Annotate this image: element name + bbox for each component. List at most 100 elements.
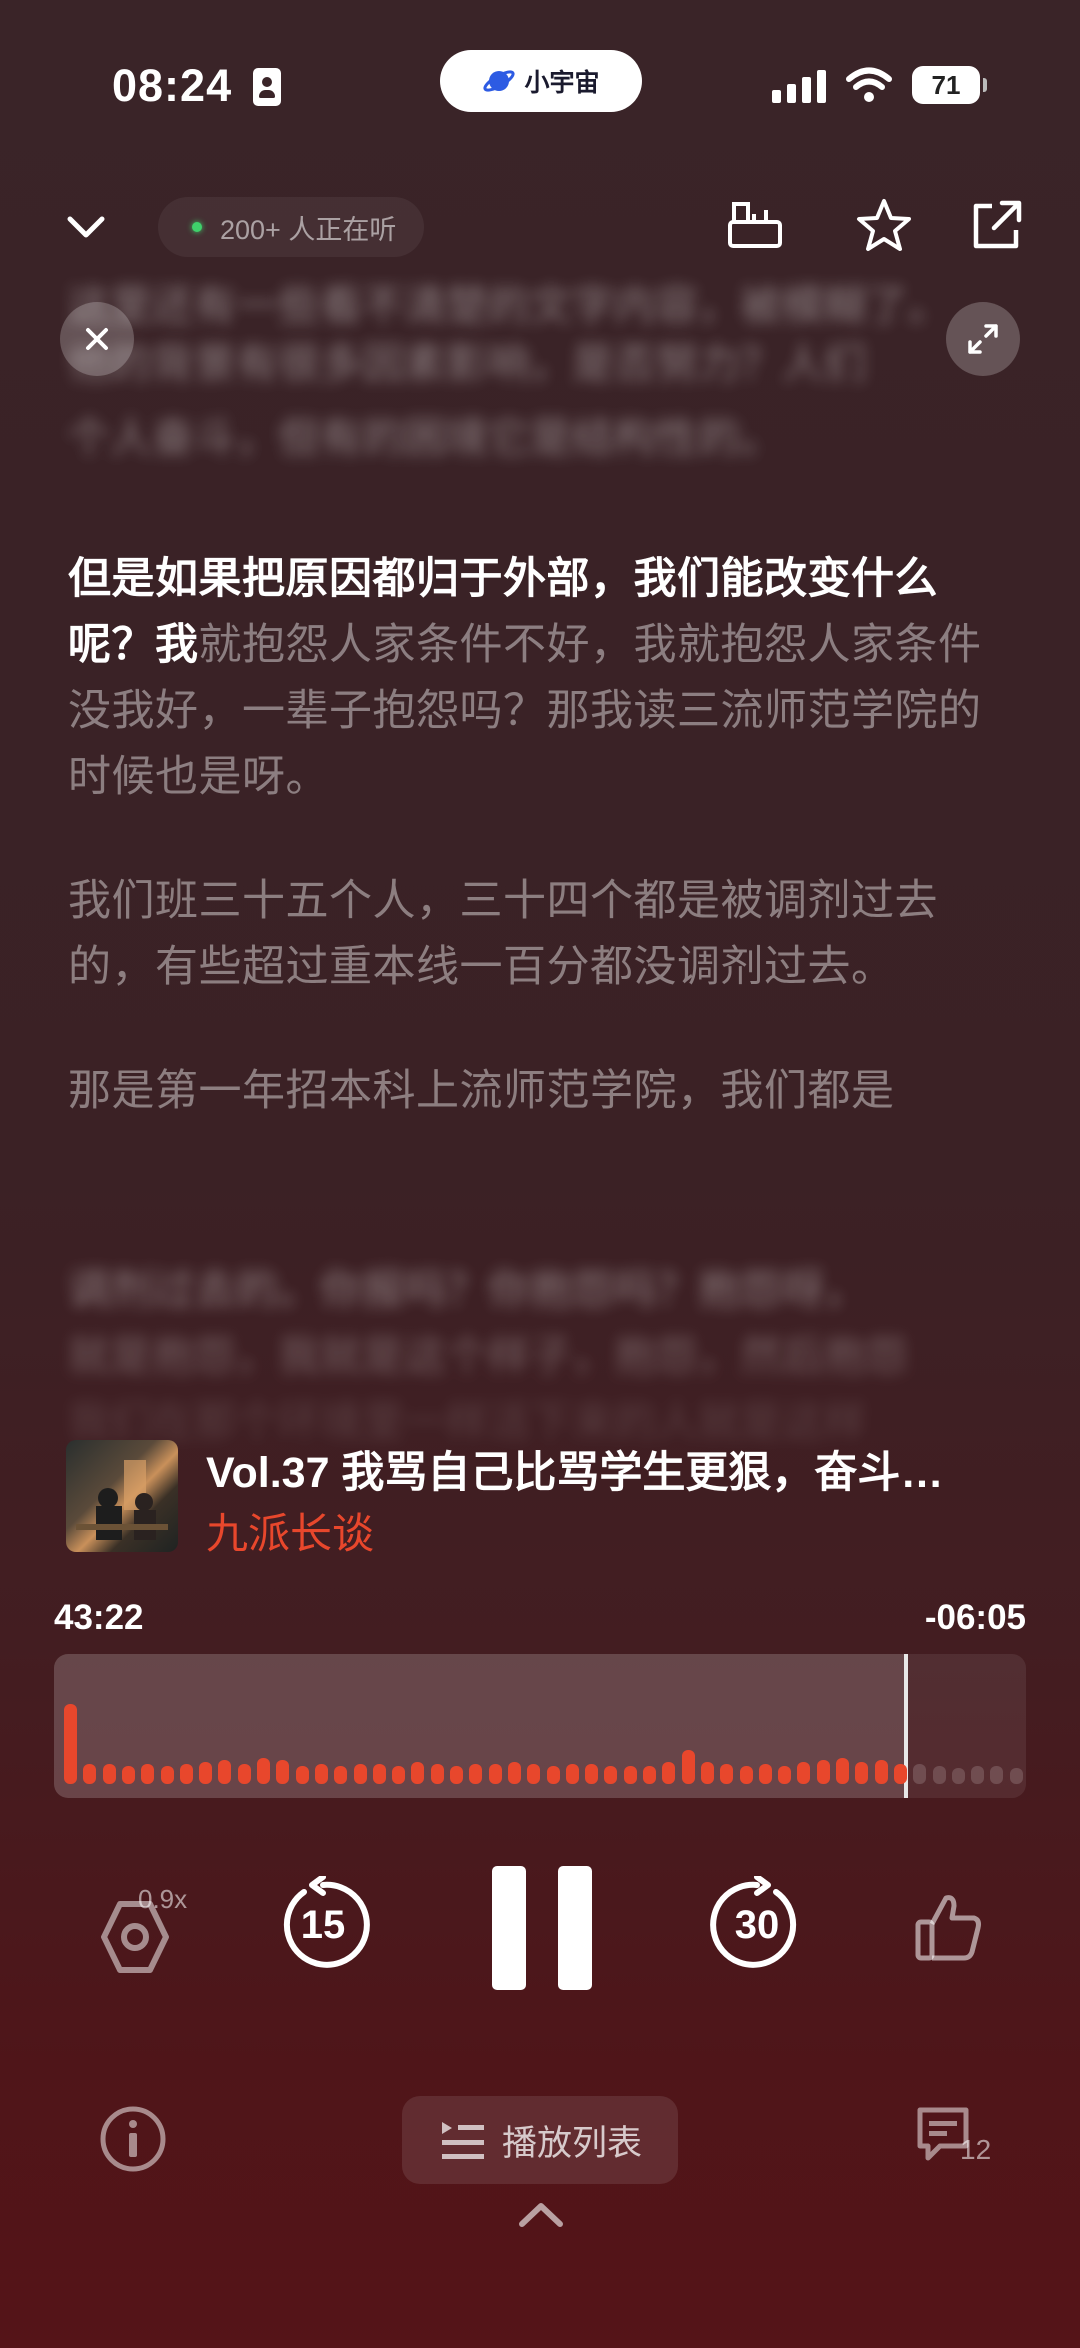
rewind-15-button[interactable]: 15 <box>274 1876 372 1974</box>
waveform-bar <box>179 1764 193 1784</box>
waveform-bar <box>199 1762 213 1784</box>
waveform-bar <box>720 1764 734 1784</box>
planet-icon <box>483 70 516 92</box>
episode-title[interactable]: Vol.37 我骂自己比骂学生更狠，奋斗是…… <box>206 1438 976 1500</box>
remaining-time: -06:05 <box>924 1598 1026 1637</box>
pause-icon <box>492 1866 592 1990</box>
favorite-star-icon[interactable] <box>854 196 914 256</box>
comment-count: 12 <box>960 2134 992 2165</box>
podcast-name-link[interactable]: 九派长谈 <box>206 1500 374 1561</box>
waveform-bar <box>816 1760 830 1784</box>
share-icon[interactable] <box>968 196 1026 254</box>
waveform-bar <box>893 1764 907 1784</box>
waveform-bar <box>450 1766 463 1784</box>
waveform-bar <box>353 1764 367 1784</box>
waveform-bar <box>797 1762 811 1784</box>
playlist-label: 播放列表 <box>501 2123 642 2163</box>
waveform-bar <box>314 1764 328 1784</box>
waveform-bar <box>739 1766 753 1784</box>
elapsed-time: 43:22 <box>54 1598 144 1637</box>
playlist-button[interactable]: 播放列表 <box>402 2096 678 2184</box>
waveform-bar <box>372 1764 386 1784</box>
id-card-icon <box>253 68 281 106</box>
transcript-blurred-line: 调剂过去的。你报吗？你抱怨吗？抱怨呀， <box>68 1266 867 1313</box>
waveform-bar <box>565 1764 579 1784</box>
info-icon[interactable] <box>98 2104 168 2174</box>
transcript-paragraph: 但是如果把原因都归于外部，我们能改变什么呢？我就抱怨人家条件不好，我就抱怨人家条… <box>68 546 1008 810</box>
transcript-paragraph: 我们班三十五个人，三十四个都是被调剂过去的，有些超过重本线一百分都没调剂过去。 <box>68 877 938 991</box>
waveform-bar <box>623 1766 637 1784</box>
waveform-bar <box>913 1764 927 1784</box>
listener-count-text: 200+ 人正在听 <box>220 214 397 245</box>
waveform-bar <box>257 1758 270 1784</box>
waveform-bar <box>430 1764 444 1784</box>
waveform-bar <box>1009 1768 1023 1784</box>
waveform-bar <box>507 1762 521 1784</box>
island-app-name: 小宇宙 <box>524 69 600 97</box>
waveform-bar <box>546 1766 560 1784</box>
cast-to-device-icon[interactable] <box>726 196 784 254</box>
waveform-bar <box>121 1766 135 1784</box>
waveform-bar <box>681 1750 695 1784</box>
waveform-bar <box>951 1768 965 1784</box>
waveform-bar <box>971 1766 985 1784</box>
waveform-bar <box>527 1764 541 1784</box>
waveform-bar <box>141 1764 155 1784</box>
waveform-bar <box>295 1766 309 1784</box>
transcript-text: 就抱怨人家条件不好，我就抱怨人家条件没我好，一辈子抱怨吗？那我读三流师范学院的时… <box>68 621 982 801</box>
waveform-bar <box>218 1760 232 1784</box>
transcript-blurred-line: 个人奋斗，但有的困境它是结构性的。 <box>68 414 783 461</box>
transcript-body: 但是如果把原因都归于外部，我们能改变什么呢？我就抱怨人家条件不好，我就抱怨人家条… <box>68 546 1008 1182</box>
pause-button[interactable] <box>490 1864 594 1992</box>
transcript-blurred-line: 就是抱怨，我就是这个样子，抱怨，然后抱怨 <box>68 1332 909 1379</box>
transcript-blurred-line: 他的背景有很多因素影响，是否努力？人们 <box>68 340 867 387</box>
expand-transcript-button[interactable] <box>946 302 1020 376</box>
expand-up-chevron-icon[interactable] <box>516 2198 566 2232</box>
waveform-bar <box>237 1764 251 1784</box>
waveform-bar <box>469 1764 483 1784</box>
playback-speed-label[interactable]: 0.9x <box>138 1884 187 1915</box>
waveform-bar <box>102 1764 116 1784</box>
waveform-bar <box>932 1766 946 1784</box>
status-time: 08:24 <box>112 60 233 111</box>
waveform-bar <box>643 1766 656 1784</box>
cover-art-icon <box>76 1460 168 1540</box>
waveform-bar <box>990 1766 1004 1784</box>
waveform-bar <box>488 1764 502 1784</box>
online-dot-icon <box>192 222 202 232</box>
episode-cover-image[interactable] <box>66 1440 178 1552</box>
waveform-bar <box>585 1764 599 1784</box>
rewind-seconds-label: 15 <box>300 1903 346 1947</box>
waveform-bar <box>276 1760 290 1784</box>
forward-seconds-label: 30 <box>734 1903 780 1947</box>
cellular-signal-icon <box>772 70 826 103</box>
collapse-chevron-icon[interactable] <box>64 205 108 249</box>
playlist-icon <box>441 2122 484 2159</box>
waveform-bar <box>855 1762 869 1784</box>
waveform-bar <box>604 1766 618 1784</box>
close-transcript-button[interactable] <box>60 302 134 376</box>
waveform-bar <box>334 1766 348 1784</box>
waveform-bar <box>83 1764 97 1784</box>
listener-count-badge: 200+ 人正在听 <box>158 197 425 257</box>
waveform-bar <box>662 1762 676 1784</box>
wifi-icon <box>846 67 892 102</box>
expand-icon <box>968 324 998 354</box>
waveform-bar <box>64 1704 77 1784</box>
waveform-bar <box>700 1762 714 1784</box>
waveform-bar <box>758 1764 772 1784</box>
dynamic-island[interactable]: 小宇宙 <box>440 50 642 112</box>
battery-indicator: 71 <box>912 66 987 104</box>
like-thumbs-up-icon[interactable] <box>914 1892 984 1962</box>
waveform-bar <box>778 1766 792 1784</box>
transcript-blurred-line: 这里还有一些看不清楚的文字内容，被模糊了。 <box>68 282 951 329</box>
waveform-bar <box>160 1766 174 1784</box>
waveform-bar <box>392 1766 406 1784</box>
close-icon <box>86 328 108 350</box>
forward-30-button[interactable]: 30 <box>708 1876 806 1974</box>
waveform-bar <box>874 1760 888 1784</box>
transcript-paragraph: 那是第一年招本科上流师范学院，我们都是 <box>68 1067 895 1115</box>
waveform-bar <box>411 1762 425 1784</box>
waveform-progress-bar[interactable] <box>54 1654 1026 1798</box>
waveform-bar <box>836 1758 849 1784</box>
